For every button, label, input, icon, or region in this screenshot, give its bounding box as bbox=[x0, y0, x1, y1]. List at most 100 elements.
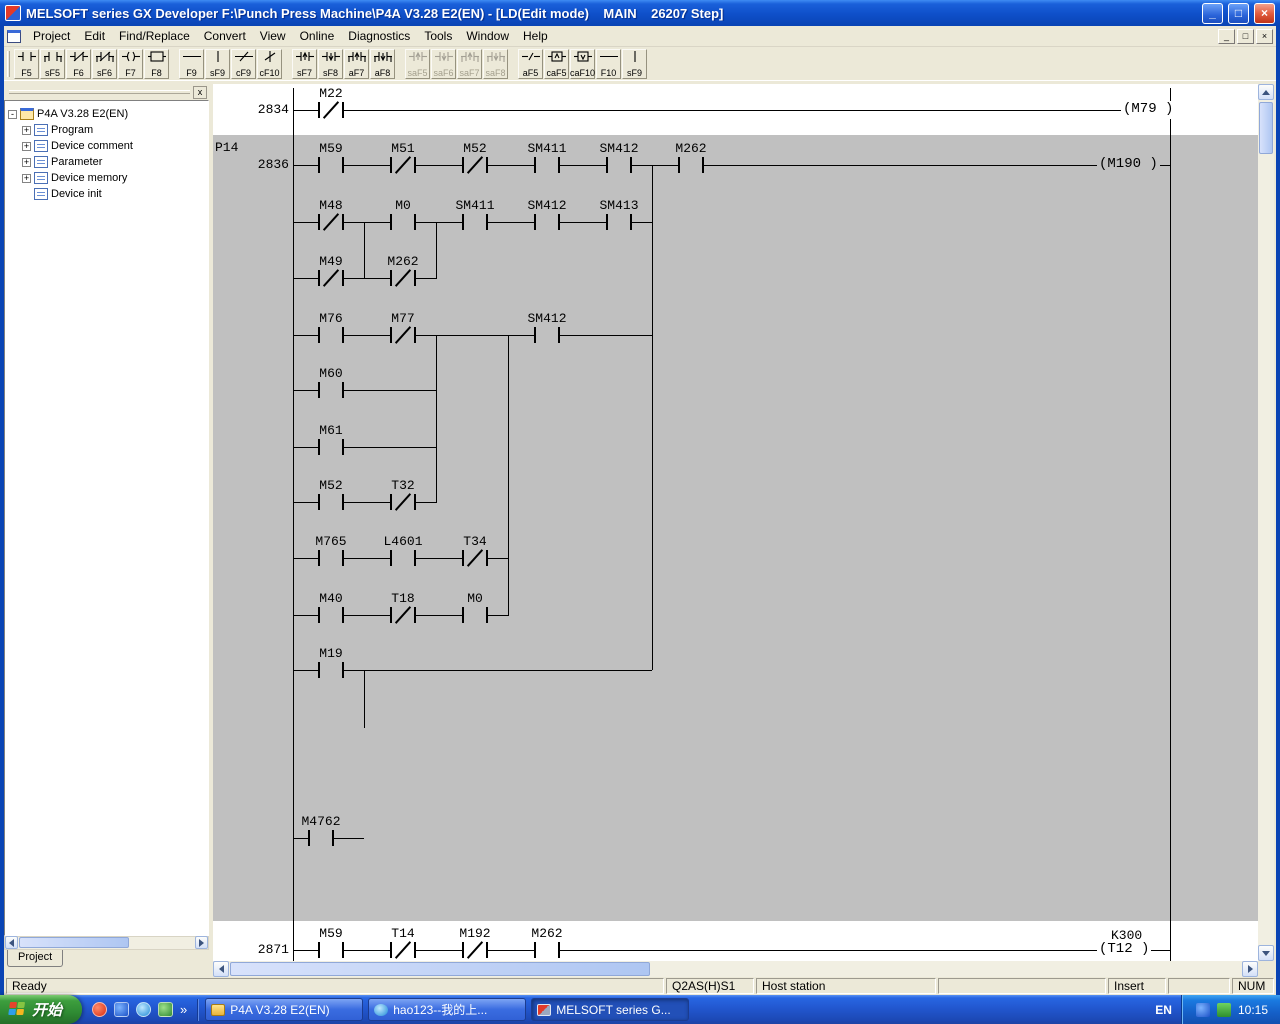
toolbar-button-cf9-8[interactable]: cF9 bbox=[231, 49, 256, 79]
maximize-button[interactable]: □ bbox=[1228, 3, 1249, 24]
ladder-contact-sm411[interactable]: SM411 bbox=[534, 157, 560, 173]
ladder-contact-t14[interactable]: T14 bbox=[390, 942, 416, 958]
taskbar-task-hao123[interactable]: hao123--我的上... bbox=[368, 998, 526, 1021]
scroll-right-button[interactable] bbox=[195, 936, 208, 949]
tray-icon-1[interactable] bbox=[1196, 1003, 1210, 1017]
tree-item-device-init[interactable]: Device init bbox=[8, 186, 205, 202]
toolbar-button-f5-0[interactable]: F5 bbox=[14, 49, 39, 79]
scroll-thumb[interactable] bbox=[230, 962, 650, 976]
tree-horizontal-scrollbar[interactable] bbox=[4, 936, 209, 950]
toolbar-button-sf9-22[interactable]: sF9 bbox=[622, 49, 647, 79]
ladder-contact-m51[interactable]: M51 bbox=[390, 157, 416, 173]
horizontal-scrollbar[interactable] bbox=[213, 961, 1258, 977]
toolbar-button-f7-4[interactable]: F7 bbox=[118, 49, 143, 79]
quicklaunch-icon-1[interactable] bbox=[92, 1002, 107, 1017]
mdi-minimize-button[interactable]: _ bbox=[1218, 29, 1235, 44]
toolbar-button-sf5-1[interactable]: sF5 bbox=[40, 49, 65, 79]
ladder-contact-m59[interactable]: M59 bbox=[318, 942, 344, 958]
toolbar-button-f6-2[interactable]: F6 bbox=[66, 49, 91, 79]
menu-online[interactable]: Online bbox=[293, 26, 342, 46]
ladder-contact-m61[interactable]: M61 bbox=[318, 439, 344, 455]
ladder-contact-m4762[interactable]: M4762 bbox=[308, 830, 334, 846]
toolbar-button-f10-21[interactable]: F10 bbox=[596, 49, 621, 79]
ladder-contact-m0[interactable]: M0 bbox=[390, 214, 416, 230]
toolbar-button-caf5-19[interactable]: caF5 bbox=[544, 49, 569, 79]
toolbar-button-f9-6[interactable]: F9 bbox=[179, 49, 204, 79]
ladder-contact-sm413[interactable]: SM413 bbox=[606, 214, 632, 230]
ladder-contact-m59[interactable]: M59 bbox=[318, 157, 344, 173]
ladder-contact-m192[interactable]: M192 bbox=[462, 942, 488, 958]
ladder-contact-m0[interactable]: M0 bbox=[462, 607, 488, 623]
taskbar-task-melsoft-series-g[interactable]: MELSOFT series G... bbox=[531, 998, 689, 1021]
menu-convert[interactable]: Convert bbox=[197, 26, 253, 46]
chevron-icon[interactable]: » bbox=[180, 1002, 187, 1017]
ladder-contact-m52[interactable]: M52 bbox=[318, 494, 344, 510]
ladder-contact-m262[interactable]: M262 bbox=[678, 157, 704, 173]
menu-tools[interactable]: Tools bbox=[417, 26, 459, 46]
toolbar-button-f8-5[interactable]: F8 bbox=[144, 49, 169, 79]
title-bar[interactable]: MELSOFT series GX Developer F:\Punch Pre… bbox=[0, 0, 1280, 26]
tree-panel-header[interactable]: x bbox=[4, 84, 209, 100]
toolbar-button-sf8-11[interactable]: sF8 bbox=[318, 49, 343, 79]
ladder-contact-sm412[interactable]: SM412 bbox=[534, 327, 560, 343]
menu-window[interactable]: Window bbox=[459, 26, 516, 46]
tree-item-parameter[interactable]: +Parameter bbox=[8, 154, 205, 170]
tree-root[interactable]: - P4A V3.28 E2(EN) bbox=[8, 106, 205, 122]
ladder-contact-m262[interactable]: M262 bbox=[390, 270, 416, 286]
scroll-right-button[interactable] bbox=[1242, 961, 1258, 977]
ladder-contact-m262[interactable]: M262 bbox=[534, 942, 560, 958]
expand-icon[interactable]: + bbox=[22, 142, 31, 151]
ladder-contact-m765[interactable]: M765 bbox=[318, 550, 344, 566]
mdi-restore-button[interactable]: □ bbox=[1237, 29, 1254, 44]
collapse-icon[interactable]: - bbox=[8, 110, 17, 119]
ladder-contact-m60[interactable]: M60 bbox=[318, 382, 344, 398]
menu-find-replace[interactable]: Find/Replace bbox=[112, 26, 197, 46]
tree-item-device-comment[interactable]: +Device comment bbox=[8, 138, 205, 154]
toolbar-button-af8-13[interactable]: aF8 bbox=[370, 49, 395, 79]
language-indicator[interactable]: EN bbox=[1146, 1003, 1181, 1017]
tree-item-program[interactable]: +Program bbox=[8, 122, 205, 138]
ladder-contact-l4601[interactable]: L4601 bbox=[390, 550, 416, 566]
ladder-contact-m77[interactable]: M77 bbox=[390, 327, 416, 343]
menu-project[interactable]: Project bbox=[26, 26, 77, 46]
ladder-contact-m48[interactable]: M48 bbox=[318, 214, 344, 230]
ladder-contact-m52[interactable]: M52 bbox=[462, 157, 488, 173]
scroll-left-button[interactable] bbox=[5, 936, 18, 949]
quicklaunch-ie-icon[interactable] bbox=[136, 1002, 151, 1017]
minimize-button[interactable]: _ bbox=[1202, 3, 1223, 24]
vertical-scrollbar[interactable] bbox=[1258, 84, 1274, 961]
scroll-thumb[interactable] bbox=[19, 937, 129, 948]
ladder-contact-m40[interactable]: M40 bbox=[318, 607, 344, 623]
ladder-contact-t32[interactable]: T32 bbox=[390, 494, 416, 510]
ladder-contact-t34[interactable]: T34 bbox=[462, 550, 488, 566]
toolbar-button-sf9-7[interactable]: sF9 bbox=[205, 49, 230, 79]
ladder-coil-m190[interactable]: (M190 ) bbox=[1097, 156, 1160, 174]
tree-close-icon[interactable]: x bbox=[193, 86, 207, 99]
taskbar-task-p4a-v3-28-e2-en[interactable]: P4A V3.28 E2(EN) bbox=[205, 998, 363, 1021]
ladder-contact-sm411[interactable]: SM411 bbox=[462, 214, 488, 230]
quicklaunch-icon-2[interactable] bbox=[114, 1002, 129, 1017]
ladder-contact-sm412[interactable]: SM412 bbox=[606, 157, 632, 173]
ladder-contact-sm412[interactable]: SM412 bbox=[534, 214, 560, 230]
toolbar-button-caf10-20[interactable]: caF10 bbox=[570, 49, 595, 79]
toolbar-button-af5-18[interactable]: aF5 bbox=[518, 49, 543, 79]
ladder-contact-m22[interactable]: M22 bbox=[318, 102, 344, 118]
ladder-contact-m49[interactable]: M49 bbox=[318, 270, 344, 286]
scroll-left-button[interactable] bbox=[213, 961, 229, 977]
ladder-contact-t18[interactable]: T18 bbox=[390, 607, 416, 623]
ladder-contact-m76[interactable]: M76 bbox=[318, 327, 344, 343]
toolbar-button-sf7-10[interactable]: sF7 bbox=[292, 49, 317, 79]
scroll-up-button[interactable] bbox=[1258, 84, 1274, 100]
menu-help[interactable]: Help bbox=[516, 26, 555, 46]
ladder-canvas[interactable]: 在m19下面并上m4762时，梯形图不能 闭合，添加向下的线时m4762同时下移… bbox=[213, 84, 1258, 961]
quicklaunch-icon-4[interactable] bbox=[158, 1002, 173, 1017]
scroll-thumb[interactable] bbox=[1259, 102, 1273, 154]
toolbar-button-af7-12[interactable]: aF7 bbox=[344, 49, 369, 79]
close-button[interactable]: × bbox=[1254, 3, 1275, 24]
ladder-contact-m19[interactable]: M19 bbox=[318, 662, 344, 678]
toolbar-grip[interactable] bbox=[7, 51, 10, 77]
start-button[interactable]: 开始 bbox=[0, 995, 82, 1024]
menu-view[interactable]: View bbox=[253, 26, 293, 46]
mdi-close-button[interactable]: × bbox=[1256, 29, 1273, 44]
tree-panel-grip[interactable] bbox=[9, 90, 190, 94]
